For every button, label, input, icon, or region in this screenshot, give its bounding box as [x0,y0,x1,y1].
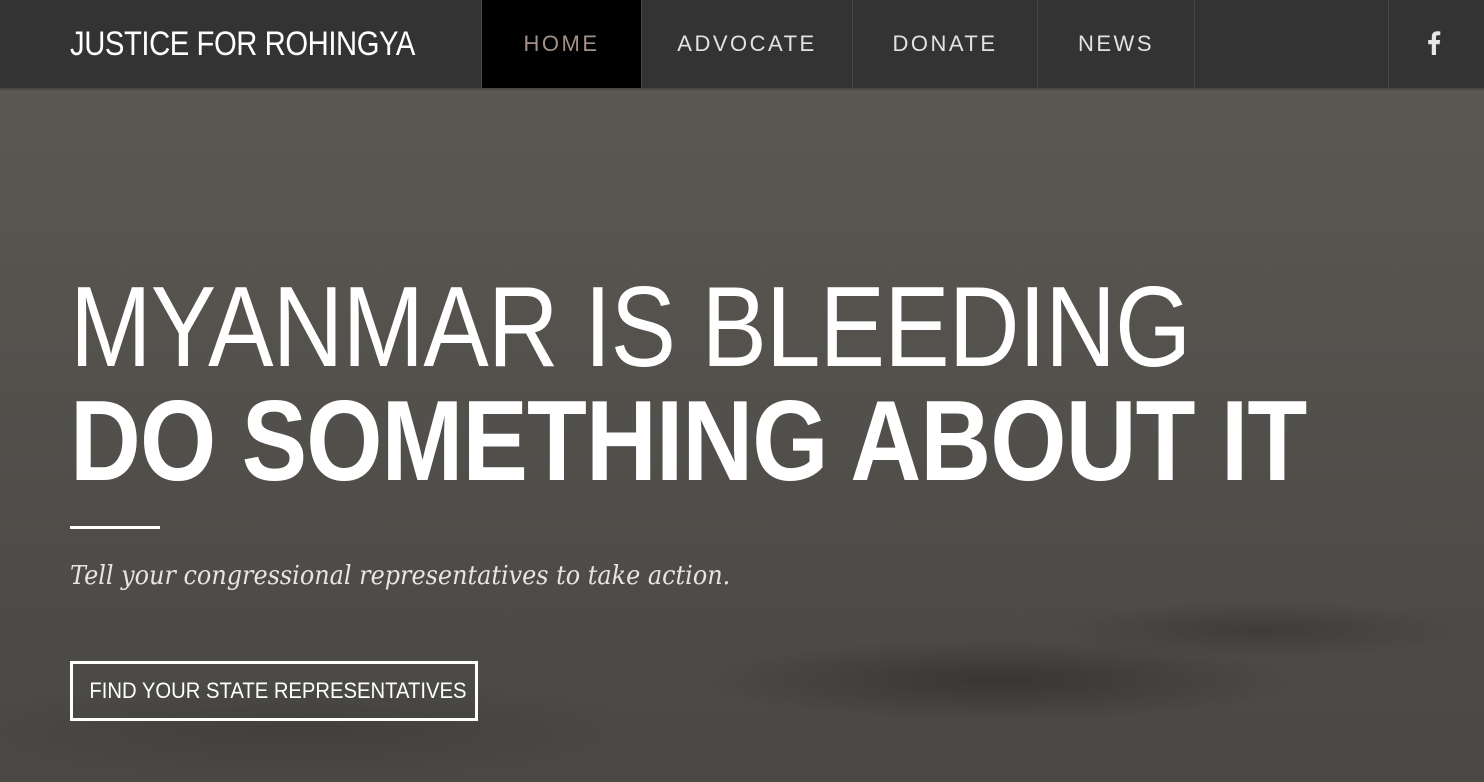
site-logo-title[interactable]: JUSTICE FOR ROHINGYA [70,0,415,88]
hero-headline-line1: MYANMAR IS BLEEDING [70,264,1191,391]
hero-divider [70,526,160,529]
find-representatives-button-label: FIND YOUR STATE REPRESENTATIVES [89,678,467,703]
top-navbar: JUSTICE FOR ROHINGYA HOME ADVOCATE DONAT… [0,0,1484,90]
nav-item-news[interactable]: NEWS [1037,0,1194,88]
facebook-link[interactable] [1388,0,1484,88]
hero-tagline: Tell your congressional representatives … [70,561,731,591]
nav-spacer [1194,0,1388,88]
nav-item-home[interactable]: HOME [481,0,641,88]
hero-headline-line2: DO SOMETHING ABOUT IT [70,378,1307,505]
hero-section: MYANMAR IS BLEEDING DO SOMETHING ABOUT I… [0,90,1484,782]
find-representatives-button[interactable]: FIND YOUR STATE REPRESENTATIVES [70,661,478,721]
nav-item-donate[interactable]: DONATE [852,0,1037,88]
facebook-icon [1428,31,1441,55]
nav-item-advocate[interactable]: ADVOCATE [641,0,852,88]
